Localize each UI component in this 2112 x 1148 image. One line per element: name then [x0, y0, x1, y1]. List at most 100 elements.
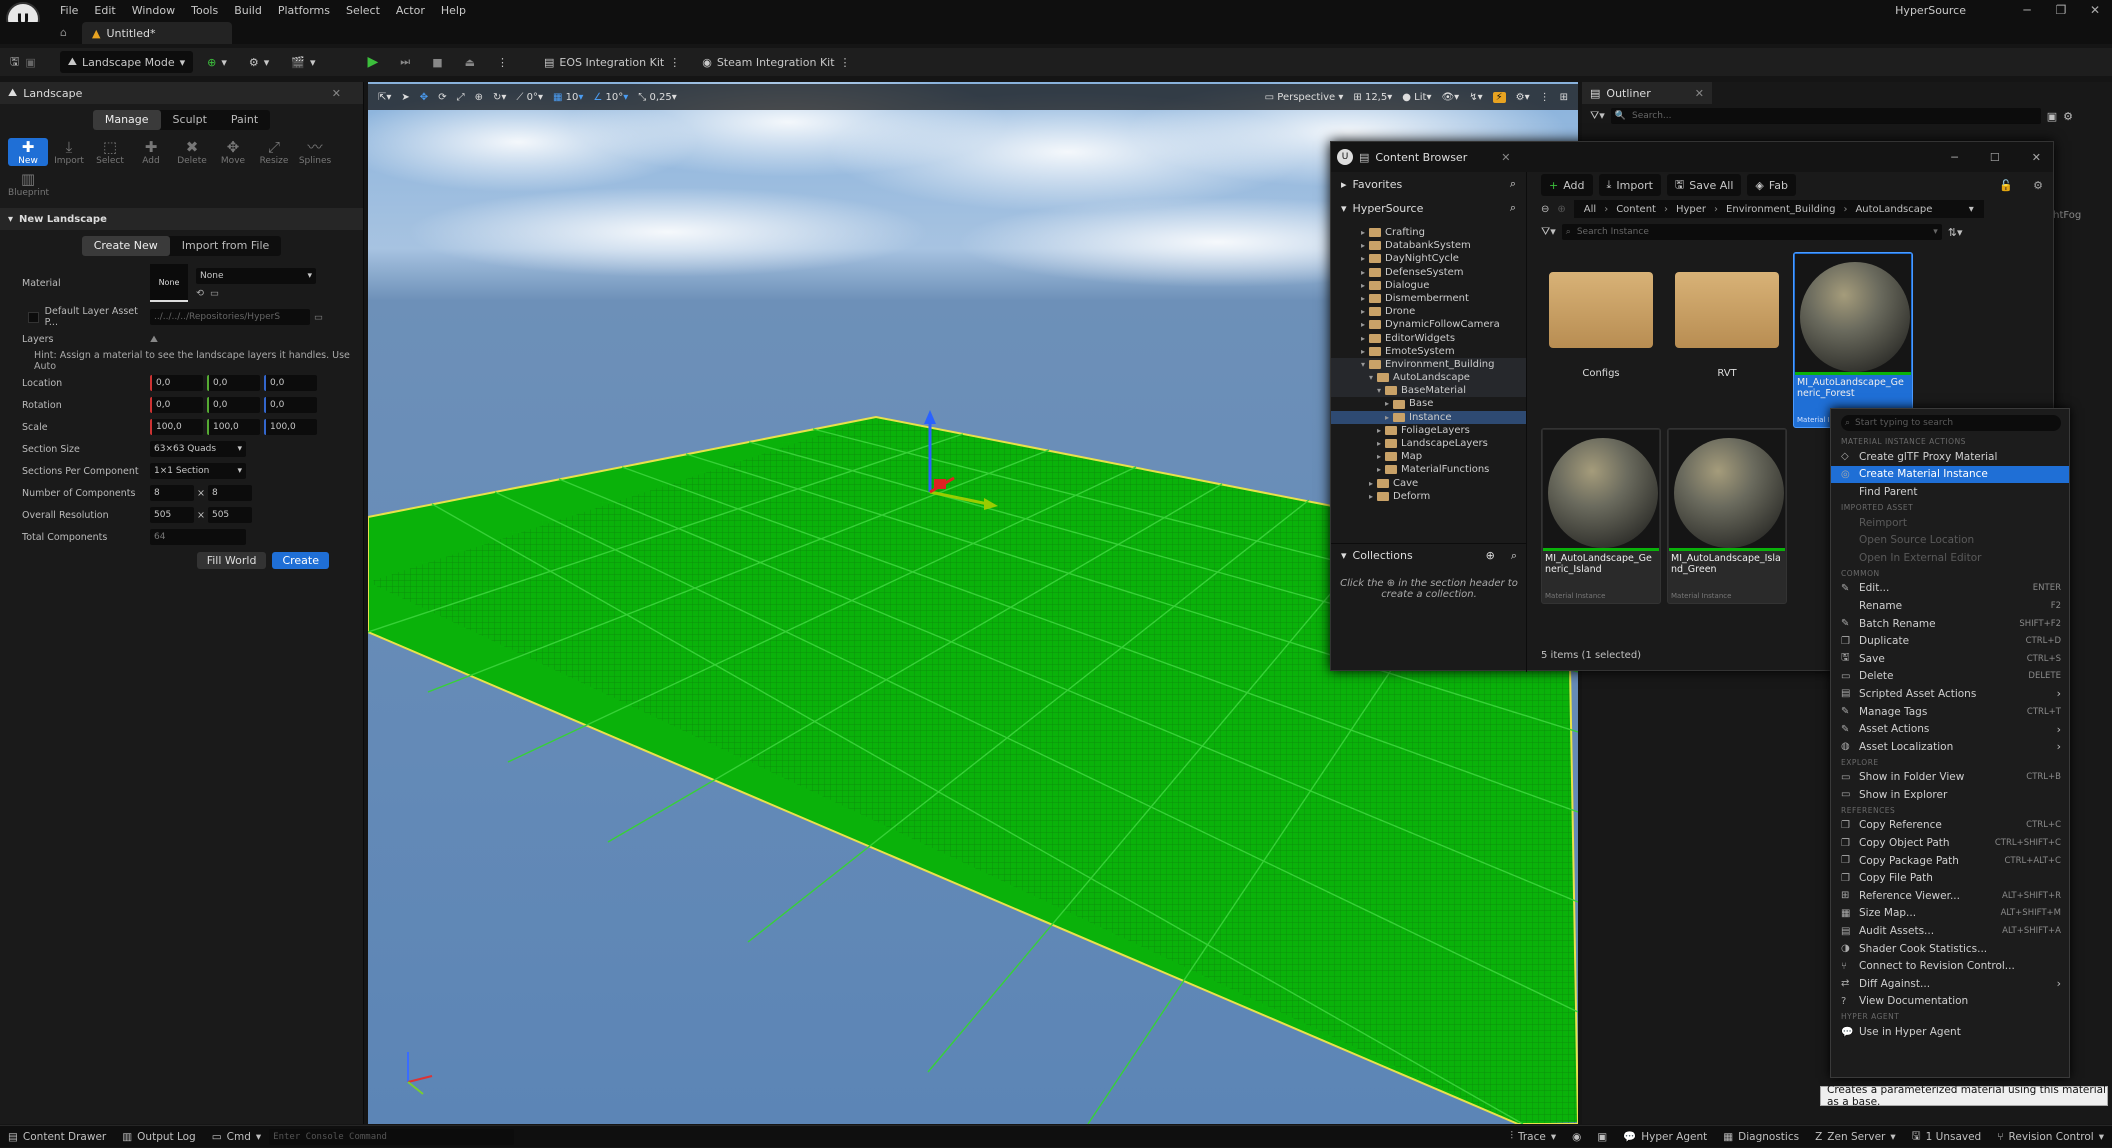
tool-blueprint[interactable]: ▥ Blueprint	[8, 170, 49, 198]
menu-select[interactable]: Select	[338, 0, 388, 22]
menu-item-connect-to-revision-control[interactable]: ⑂ Connect to Revision Control...	[1831, 957, 2069, 975]
eject-button[interactable]: ⏏	[457, 51, 483, 73]
minimize-icon[interactable]: ─	[1951, 151, 1958, 164]
menu-item-delete[interactable]: ▭ Delete DELETE	[1831, 668, 2069, 686]
menu-item-show-in-folder-view[interactable]: ▭ Show in Folder View CTRL+B	[1831, 769, 2069, 787]
menu-item-batch-rename[interactable]: ✎ Batch Rename SHIFT+F2	[1831, 615, 2069, 633]
chevron-down-icon[interactable]: ▾	[1377, 384, 1381, 397]
rotate-icon[interactable]: ⟳	[438, 92, 446, 103]
breadcrumb-item[interactable]: Environment_Building	[1726, 204, 1835, 215]
show-icon[interactable]: 👁▾	[1441, 92, 1459, 103]
browse-icon[interactable]: ▣	[25, 56, 35, 69]
chevron-right-icon[interactable]: ▸	[1377, 437, 1381, 450]
tool-delete[interactable]: ✖ Delete	[172, 138, 212, 166]
breadcrumb-item[interactable]: AutoLandscape	[1855, 204, 1932, 215]
close-icon[interactable]: ✕	[2078, 0, 2112, 20]
mode-tab-sculpt[interactable]: Sculpt	[161, 110, 219, 130]
section-size-select[interactable]: 63×63 Quads ▾	[150, 441, 246, 457]
tool-import[interactable]: ⤓ Import	[49, 138, 89, 166]
tool-new[interactable]: ✚ New	[8, 138, 48, 166]
chevron-right-icon[interactable]: ▸	[1369, 490, 1373, 503]
eos-integration-button[interactable]: ▤ EOS Integration Kit ⋮	[536, 51, 688, 73]
asset-search-input[interactable]: ⌕ Search Instance ▾	[1561, 224, 1942, 240]
maximize-icon[interactable]: ❐	[2044, 0, 2078, 20]
rotation-snap-icon[interactable]: ∠ 10°▾	[593, 92, 628, 103]
menu-item-copy-reference[interactable]: ❐ Copy Reference CTRL+C	[1831, 817, 2069, 835]
menu-item-copy-package-path[interactable]: ❐ Copy Package Path CTRL+ALT+C	[1831, 852, 2069, 870]
menu-tools[interactable]: Tools	[183, 0, 226, 22]
angle-snap-icon[interactable]: ⟋ 0°▾	[516, 92, 543, 103]
settings-icon[interactable]: ⚙	[2063, 110, 2073, 123]
realtime-icon[interactable]: ↯▾	[1469, 92, 1482, 103]
import-button[interactable]: ⤓ Import	[1598, 174, 1661, 196]
material-picker[interactable]: None ▾	[196, 267, 316, 284]
world-icon[interactable]: ⊕	[475, 92, 483, 103]
menu-item-size-map[interactable]: ▦ Size Map... ALT+SHIFT+M	[1831, 905, 2069, 923]
close-icon[interactable]: ✕	[332, 87, 341, 100]
tree-folder[interactable]: ▸ MaterialFunctions	[1331, 463, 1526, 476]
mode-tab-paint[interactable]: Paint	[219, 110, 270, 130]
stop-button[interactable]: ■	[424, 51, 450, 73]
landscape-panel-tab[interactable]: ⛰ Landscape ✕	[0, 82, 363, 104]
tree-folder[interactable]: ▸ Map	[1331, 450, 1526, 463]
menu-item-reference-viewer[interactable]: ⊞ Reference Viewer... ALT+SHIFT+R	[1831, 887, 2069, 905]
search-icon[interactable]: ⌕	[1510, 201, 1516, 215]
asset-folder[interactable]: RVT	[1667, 258, 1787, 398]
asset-folder[interactable]: Configs	[1541, 258, 1661, 398]
rotation-z[interactable]: 0,0	[264, 397, 317, 413]
chevron-right-icon[interactable]: ▸	[1361, 345, 1365, 358]
tree-folder[interactable]: ▸ DayNightCycle	[1331, 252, 1526, 265]
chevron-down-icon[interactable]: ▾	[1369, 371, 1373, 384]
chevron-right-icon[interactable]: ▸	[1361, 266, 1365, 279]
menu-item-asset-actions[interactable]: ✎ Asset Actions ›	[1831, 720, 2069, 738]
chevron-right-icon[interactable]: ▸	[1385, 411, 1389, 424]
resolution-x[interactable]: 505	[150, 507, 194, 523]
back-icon[interactable]: ⊖	[1541, 204, 1549, 215]
menu-item-copy-object-path[interactable]: ❐ Copy Object Path CTRL+SHIFT+C	[1831, 834, 2069, 852]
sort-icon[interactable]: ⇅▾	[1948, 226, 1963, 239]
layout-icon[interactable]: ⊞	[1560, 92, 1568, 103]
menu-item-find-parent[interactable]: Find Parent	[1831, 483, 2069, 501]
tree-folder[interactable]: ▸ LandscapeLayers	[1331, 437, 1526, 450]
play-button[interactable]: ▶	[360, 51, 387, 73]
material-thumbnail[interactable]: None	[150, 264, 188, 302]
tree-folder[interactable]: ▸ DefenseSystem	[1331, 266, 1526, 279]
menu-item-save[interactable]: 🖫 Save CTRL+S	[1831, 650, 2069, 668]
menu-item-create-material-instance[interactable]: ◎ Create Material Instance	[1831, 465, 2069, 484]
breadcrumb-item[interactable]: Content	[1616, 204, 1656, 215]
location-y[interactable]: 0,0	[207, 375, 260, 391]
sections-per-component-select[interactable]: 1×1 Section ▾	[150, 463, 246, 479]
maximize-icon[interactable]: ☐	[1990, 151, 2000, 164]
tree-folder[interactable]: ▸ Instance	[1331, 410, 1526, 424]
grid-snap-icon[interactable]: ▦ 10▾	[553, 92, 583, 103]
unsaved-button[interactable]: 🖫 1 Unsaved	[1904, 1126, 1990, 1148]
chevron-down-icon[interactable]: ▾	[1361, 358, 1365, 371]
content-drawer-button[interactable]: ▤ Content Drawer	[0, 1126, 114, 1148]
search-icon[interactable]: ⌕	[1510, 177, 1516, 191]
menu-item-audit-assets[interactable]: ▤ Audit Assets... ALT+SHIFT+A	[1831, 922, 2069, 940]
chevron-right-icon[interactable]: ▸	[1369, 477, 1373, 490]
close-icon[interactable]: ✕	[1695, 87, 1704, 100]
revision-control-button[interactable]: ⑂ Revision Control ▾	[1989, 1126, 2112, 1148]
tree-folder[interactable]: ▸ Drone	[1331, 305, 1526, 318]
console-input[interactable]: Enter Console Command	[269, 1128, 515, 1145]
select-icon[interactable]: ➤	[401, 92, 409, 103]
scale-snap-icon[interactable]: ⤡ 0,25▾	[638, 92, 676, 103]
tree-folder[interactable]: ▸ DatabankSystem	[1331, 239, 1526, 252]
add-collection-icon[interactable]: ⊕	[1486, 549, 1495, 562]
cinematics-button[interactable]: 🎬 ▾	[283, 51, 323, 73]
menu-platforms[interactable]: Platforms	[270, 0, 338, 22]
menu-edit[interactable]: Edit	[86, 0, 123, 22]
tree-folder[interactable]: ▸ EmoteSystem	[1331, 345, 1526, 358]
menu-item-view-documentation[interactable]: ? View Documentation	[1831, 993, 2069, 1011]
create-tab-1[interactable]: Import from File	[170, 236, 282, 256]
chevron-right-icon[interactable]: ▸	[1361, 332, 1365, 345]
tool-splines[interactable]: 〰 Splines	[295, 138, 335, 166]
location-z[interactable]: 0,0	[264, 375, 317, 391]
resolution-y[interactable]: 505	[207, 507, 252, 523]
tree-folder[interactable]: ▾ AutoLandscape	[1331, 371, 1526, 385]
outliner-search-input[interactable]: 🔍 Search...	[1610, 108, 2041, 124]
fab-button[interactable]: ◈ Fab	[1747, 174, 1796, 196]
breadcrumb-item[interactable]: All	[1584, 204, 1596, 215]
add-folder-icon[interactable]: ▣	[2047, 110, 2057, 123]
